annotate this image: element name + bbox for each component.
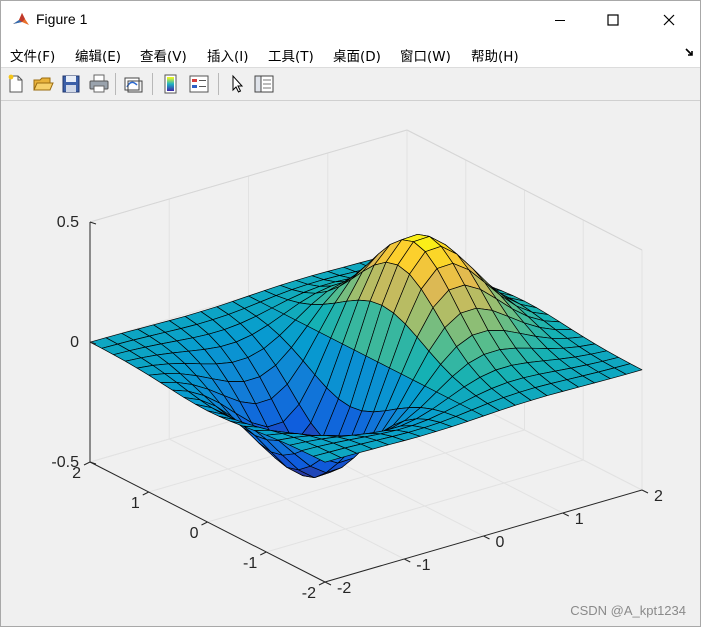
dock-arrow-icon[interactable] — [684, 47, 696, 59]
menu-file[interactable]: 文件(F) — [10, 45, 55, 65]
x-tick-label: -1 — [416, 557, 430, 574]
watermark: CSDN @A_kpt1234 — [570, 603, 686, 618]
pointer-icon[interactable] — [226, 73, 248, 95]
menu-help[interactable]: 帮助(H) — [471, 45, 519, 65]
close-button[interactable] — [646, 1, 692, 39]
x-tick-label: 0 — [496, 534, 505, 551]
x-tick-mark — [641, 489, 649, 494]
y-tick-label: 1 — [131, 495, 140, 512]
figure-window: Figure 1 文件(F) 编辑(E) 查看(V) 插入(I) 工具(T) 桌… — [0, 0, 701, 627]
link-plot-icon[interactable] — [122, 73, 144, 95]
save-icon[interactable] — [60, 73, 82, 95]
new-figure-icon[interactable] — [5, 73, 27, 95]
toolbar-separator — [218, 73, 219, 95]
toolbar-separator — [152, 73, 153, 95]
legend-icon[interactable] — [188, 73, 210, 95]
menu-edit[interactable]: 编辑(E) — [75, 45, 121, 65]
y-tick-mark — [260, 551, 267, 556]
z-tick-label: 0.5 — [57, 214, 79, 231]
x-tick-label: -2 — [337, 580, 351, 597]
figure-canvas: -2 -1 0 1 2 -2 -1 0 1 2 -0.5 0 0.5 CSDN @A_kpt1234 — [1, 101, 700, 626]
x-tick-mark — [404, 558, 411, 563]
menu-bar: 文件(F) 编辑(E) 查看(V) 插入(I) 工具(T) 桌面(D) 窗口(W… — [1, 39, 700, 68]
window-title: Figure 1 — [36, 11, 88, 27]
menu-window[interactable]: 窗口(W) — [400, 45, 451, 65]
y-tick-label: 0 — [190, 525, 199, 542]
x-tick-mark — [483, 535, 490, 540]
surface-plot[interactable]: -2-1012-2-1012-0.500.5 — [1, 101, 700, 626]
title-bar: Figure 1 — [1, 1, 700, 39]
menu-desktop[interactable]: 桌面(D) — [333, 45, 381, 65]
z-tick-label: -0.5 — [51, 454, 79, 471]
y-tick-mark — [318, 581, 326, 586]
toolbar — [1, 68, 700, 101]
x-tick-mark — [324, 581, 332, 586]
x-tick-label: 2 — [654, 488, 663, 505]
minimize-icon — [555, 20, 565, 21]
z-tick-mark — [89, 221, 97, 225]
close-icon — [663, 14, 675, 26]
menu-insert[interactable]: 插入(I) — [207, 45, 249, 65]
x-tick-label: 1 — [575, 511, 584, 528]
property-editor-icon[interactable] — [253, 73, 275, 95]
menu-view[interactable]: 查看(V) — [140, 45, 187, 65]
open-file-icon[interactable] — [32, 73, 54, 95]
z-tick-label: 0 — [70, 334, 79, 351]
maximize-button[interactable] — [590, 1, 636, 39]
x-tick-mark — [562, 512, 569, 517]
toolbar-separator — [115, 73, 116, 95]
matlab-icon — [11, 10, 31, 30]
colorbar-icon[interactable] — [160, 73, 182, 95]
minimize-button[interactable] — [537, 1, 583, 39]
y-tick-mark — [142, 491, 149, 496]
y-tick-label: -1 — [243, 555, 257, 572]
menu-tools[interactable]: 工具(T) — [268, 45, 314, 65]
y-tick-mark — [201, 521, 208, 526]
maximize-icon — [607, 14, 619, 26]
y-tick-mark — [83, 461, 91, 466]
print-icon[interactable] — [88, 73, 110, 95]
y-tick-label: -2 — [302, 585, 316, 602]
